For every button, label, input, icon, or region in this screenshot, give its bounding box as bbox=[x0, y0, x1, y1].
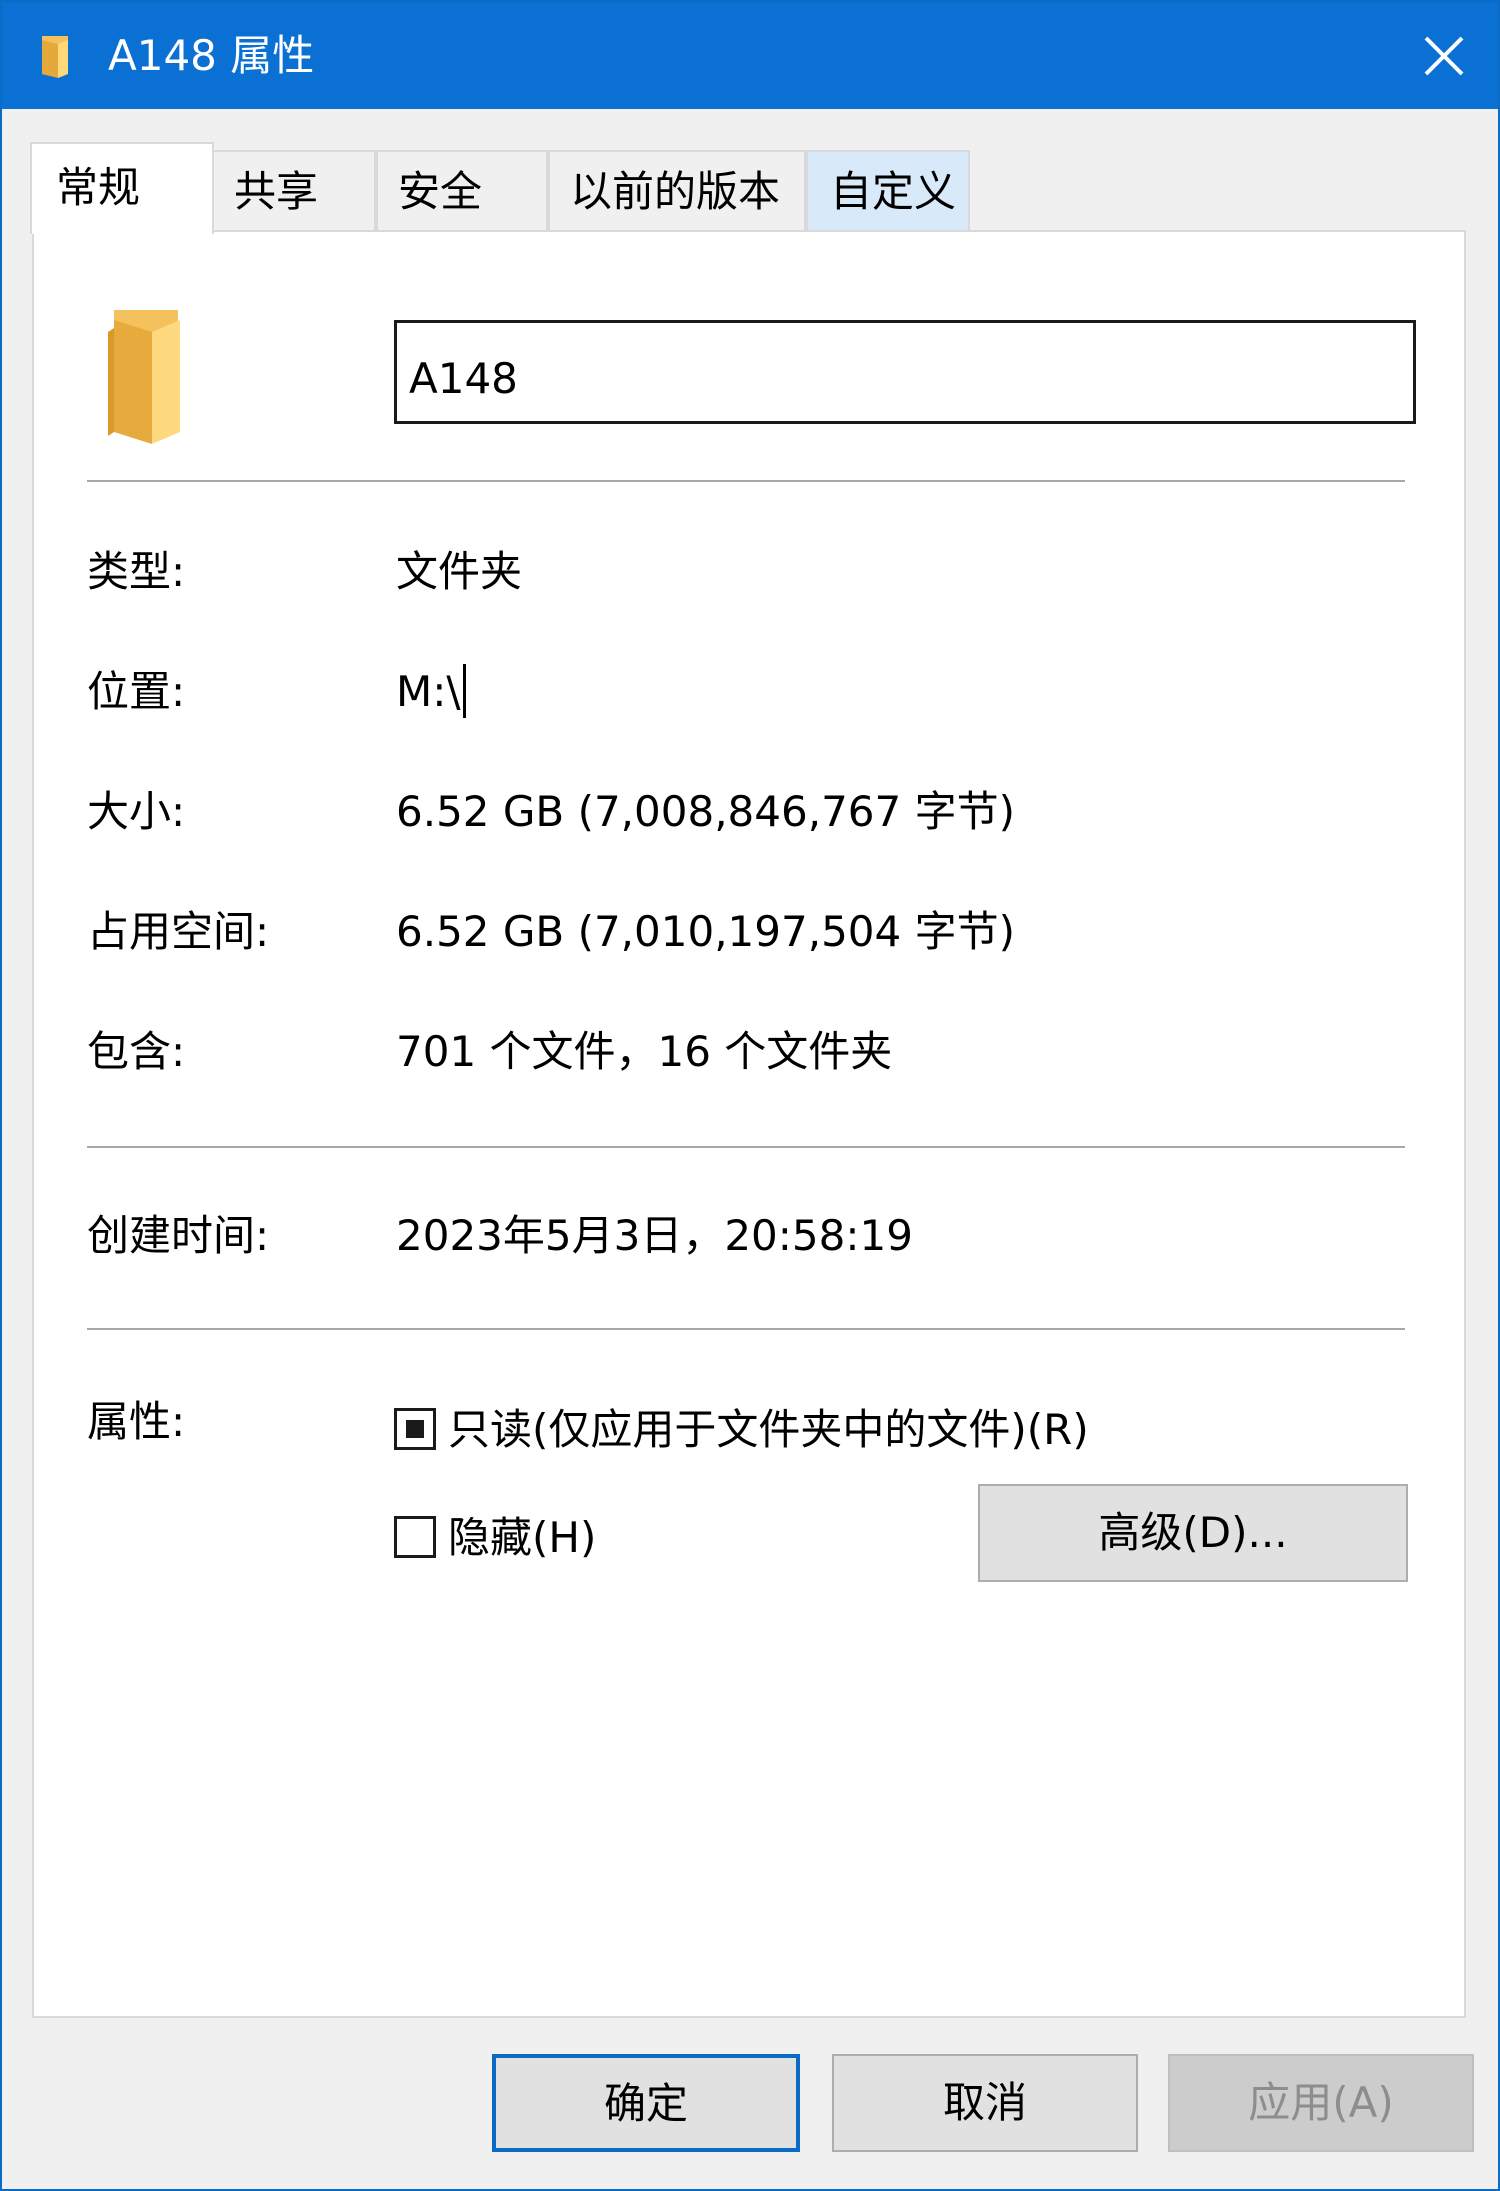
window-title: A148 属性 bbox=[108, 31, 315, 80]
tab-previous-versions[interactable]: 以前的版本 bbox=[548, 150, 806, 230]
location-label: 位置: bbox=[87, 667, 186, 716]
readonly-label[interactable]: 只读(仅应用于文件夹中的文件)(R) bbox=[448, 1402, 1089, 1458]
type-value: 文件夹 bbox=[396, 547, 523, 596]
properties-window: A148 属性 常规 共享 安全 以前的版本 自定义 类型: 文件夹 位置: M bbox=[0, 0, 1500, 2191]
divider bbox=[87, 480, 1405, 482]
contains-label: 包含: bbox=[87, 1027, 186, 1076]
tab-label: 安全 bbox=[398, 167, 483, 216]
text-caret bbox=[462, 664, 466, 718]
hidden-checkbox[interactable] bbox=[394, 1516, 436, 1558]
size-value: 6.52 GB (7,008,846,767 字节) bbox=[396, 787, 1015, 836]
attributes-label: 属性: bbox=[87, 1397, 186, 1446]
disk-size-label: 占用空间: bbox=[87, 907, 270, 956]
disk-size-value: 6.52 GB (7,010,197,504 字节) bbox=[396, 907, 1015, 956]
created-value: 2023年5月3日，20:58:19 bbox=[396, 1211, 913, 1260]
tab-general[interactable]: 常规 bbox=[30, 142, 214, 234]
type-label: 类型: bbox=[87, 547, 186, 596]
tab-label: 以前的版本 bbox=[570, 167, 781, 216]
tab-security[interactable]: 安全 bbox=[376, 150, 548, 230]
created-label: 创建时间: bbox=[87, 1211, 270, 1260]
tab-customize[interactable]: 自定义 bbox=[806, 150, 970, 230]
location-value: M:\ bbox=[396, 667, 461, 716]
readonly-checkbox[interactable] bbox=[394, 1408, 436, 1450]
tab-sharing[interactable]: 共享 bbox=[212, 150, 376, 230]
tab-label: 常规 bbox=[56, 163, 141, 212]
size-label: 大小: bbox=[87, 787, 186, 836]
title-bar[interactable]: A148 属性 bbox=[2, 2, 1498, 109]
close-icon bbox=[1424, 36, 1464, 76]
advanced-button[interactable]: 高级(D)... bbox=[978, 1484, 1408, 1582]
contains-value: 701 个文件，16 个文件夹 bbox=[396, 1027, 893, 1076]
tab-label: 自定义 bbox=[830, 167, 957, 216]
indeterminate-mark bbox=[406, 1420, 424, 1438]
folder-icon bbox=[38, 34, 72, 84]
location-value-field[interactable]: M:\ bbox=[396, 664, 466, 720]
tab-label: 共享 bbox=[234, 167, 319, 216]
folder-name-input[interactable] bbox=[394, 320, 1416, 424]
close-button[interactable] bbox=[1388, 2, 1498, 109]
general-tab-panel bbox=[32, 230, 1466, 2018]
apply-button[interactable]: 应用(A) bbox=[1168, 2054, 1474, 2152]
hidden-label[interactable]: 隐藏(H) bbox=[448, 1510, 596, 1566]
folder-icon bbox=[102, 304, 192, 458]
ok-button[interactable]: 确定 bbox=[492, 2054, 800, 2152]
divider bbox=[87, 1328, 1405, 1330]
divider bbox=[87, 1146, 1405, 1148]
cancel-button[interactable]: 取消 bbox=[832, 2054, 1138, 2152]
